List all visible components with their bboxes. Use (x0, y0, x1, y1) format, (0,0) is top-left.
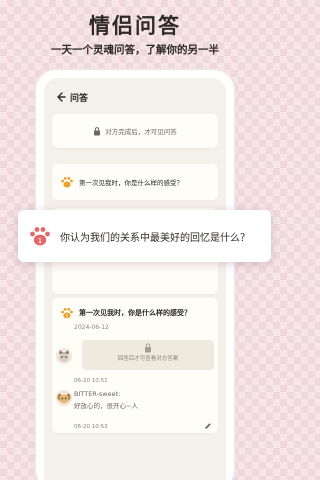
arrow-left-icon[interactable] (56, 92, 66, 102)
locked-answer-box[interactable]: 回答后才可查看对方答案 (82, 340, 214, 370)
question-detail-card: 1 第一次见我时，你是什么样的感受？ 2024-06-12 回答后才可查看对方答… (52, 298, 218, 433)
lock-icon (145, 343, 151, 353)
app-screen: 问答 对方完成后，才可见问答 第一次见我时，你是什么样的感受？ 1 第一次见我时… (44, 78, 226, 480)
locked-qa-card[interactable]: 对方完成后，才可见问答 (52, 114, 218, 148)
avatar (56, 348, 72, 364)
detail-question-row: 1 第一次见我时，你是什么样的感受？ (60, 306, 191, 320)
question-text: 第一次见我时，你是什么样的感受？ (79, 179, 183, 187)
paw-icon: 1 (61, 308, 73, 320)
detail-badge: 1 (66, 314, 69, 320)
detail-question-text: 第一次见我时，你是什么样的感受？ (79, 309, 191, 317)
dog-avatar-icon (56, 390, 72, 406)
page-title: 问答 (70, 93, 89, 104)
question-card[interactable]: 第一次见我时，你是什么样的感受？ (52, 164, 218, 200)
nav-bar: 问答 (56, 90, 88, 104)
locked-answer-text: 回答后才可查看对方答案 (117, 356, 179, 362)
lock-icon (94, 126, 101, 135)
popup-question-text: 你认为我们的关系中最美好的回忆是什么？ (60, 232, 250, 244)
answer-author: BITTER-sweet: (74, 390, 121, 398)
locked-qa-text: 对方完成后，才可见问答 (105, 128, 177, 136)
promo-title: 情侣问答 (89, 14, 181, 38)
question-popup[interactable]: 1 你认为我们的关系中最美好的回忆是什么？ (18, 210, 271, 262)
paw-icon (61, 177, 73, 188)
avatar (56, 390, 72, 406)
popup-badge: 1 (38, 237, 42, 245)
cat-avatar-icon (56, 348, 72, 364)
answer-time: 06-20 10:53 (74, 424, 108, 430)
answer-box: BITTER-sweet: 好放心的，很开心~人 (74, 390, 214, 422)
answer-text: 好放心的，很开心~人 (74, 402, 138, 410)
answer-time: 06-20 10:51 (74, 378, 108, 384)
promo-subtitle: 一天一个灵魂问答，了解你的另一半 (51, 44, 219, 56)
pencil-icon[interactable] (204, 422, 212, 430)
paw-icon: 1 (30, 227, 50, 246)
phone-frame: 问答 对方完成后，才可见问答 第一次见我时，你是什么样的感受？ 1 第一次见我时… (36, 70, 234, 480)
detail-date: 2024-06-12 (74, 324, 109, 331)
